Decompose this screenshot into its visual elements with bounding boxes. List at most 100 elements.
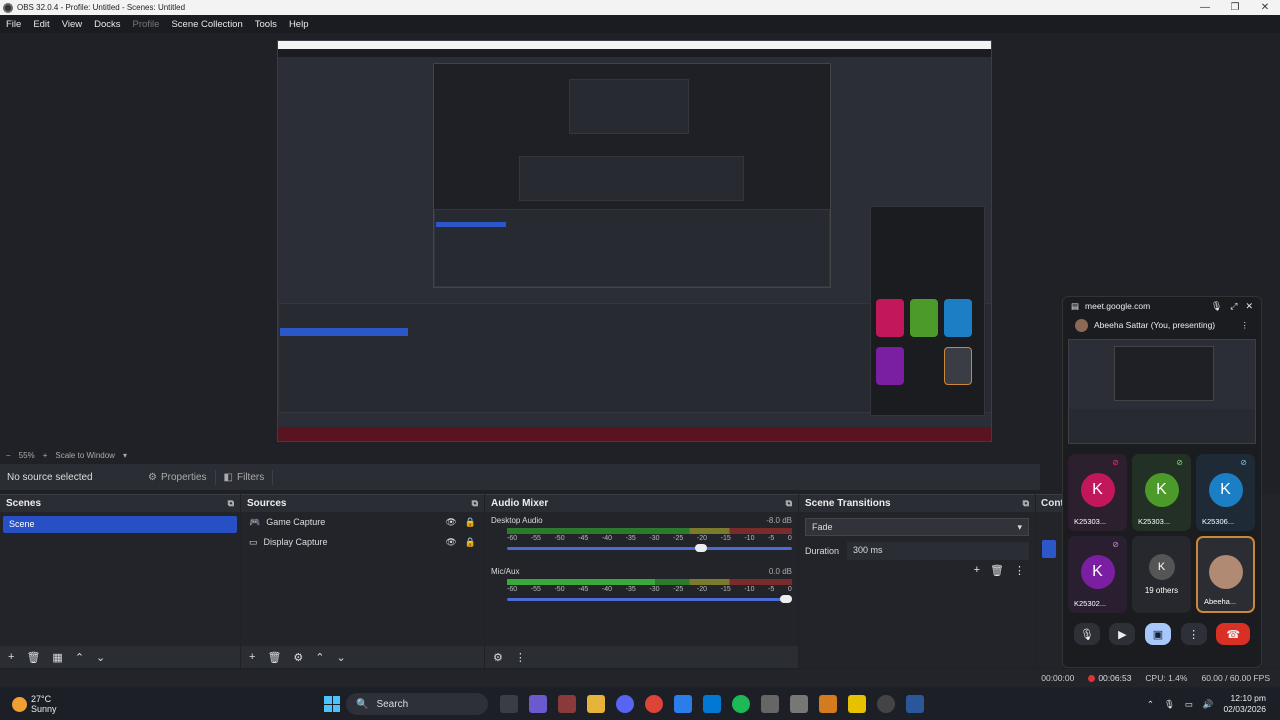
status-bar: 00:00:00 00:06:53 CPU: 1.4% 60.00 / 60.0… bbox=[0, 669, 1280, 687]
undock-icon[interactable]: ⧉ bbox=[1023, 498, 1029, 509]
preview-canvas[interactable] bbox=[277, 40, 992, 442]
zoom-out-button[interactable]: − bbox=[6, 451, 11, 460]
expand-icon[interactable]: ⤢ bbox=[1230, 301, 1237, 312]
app-icon[interactable] bbox=[819, 695, 837, 713]
channel-db: 0.0 dB bbox=[768, 567, 792, 576]
more-options-icon[interactable]: ⋮ bbox=[1241, 320, 1250, 331]
calculator-icon[interactable] bbox=[674, 695, 692, 713]
discord-icon[interactable] bbox=[616, 695, 634, 713]
obs-icon[interactable] bbox=[877, 695, 895, 713]
app-icon[interactable] bbox=[848, 695, 866, 713]
move-up-button[interactable]: ⌃ bbox=[75, 651, 84, 664]
app-icon[interactable] bbox=[558, 695, 576, 713]
remove-scene-button[interactable]: 🗑 bbox=[26, 651, 40, 664]
app-icon[interactable] bbox=[790, 695, 808, 713]
add-scene-button[interactable]: + bbox=[8, 651, 14, 663]
add-source-button[interactable]: + bbox=[249, 651, 255, 663]
participant-tile[interactable]: ⊘ K K25302... bbox=[1068, 536, 1127, 613]
mic-icon[interactable]: 🎙 bbox=[1164, 699, 1175, 710]
remove-transition-button[interactable]: 🗑 bbox=[990, 564, 1004, 577]
taskbar-search[interactable]: 🔍 Search bbox=[346, 693, 488, 715]
spotify-icon[interactable] bbox=[732, 695, 750, 713]
transition-select[interactable]: Fade ▾ bbox=[805, 518, 1029, 536]
volume-icon[interactable]: 🔊 bbox=[1203, 699, 1214, 710]
undock-icon[interactable]: ⧉ bbox=[228, 498, 234, 509]
filters-button[interactable]: ◧ Filters bbox=[216, 469, 274, 485]
slider-knob[interactable] bbox=[694, 544, 707, 552]
filter-icon: ◧ bbox=[223, 471, 233, 483]
scale-mode-select[interactable]: Scale to Window bbox=[55, 451, 115, 460]
participant-tile[interactable]: ⊘ K K25306... bbox=[1196, 454, 1255, 531]
presenter-row: Abeeha Sattar (You, presenting) ⋮ bbox=[1063, 315, 1261, 335]
task-view-icon[interactable] bbox=[500, 695, 518, 713]
chrome-icon[interactable] bbox=[645, 695, 663, 713]
duration-input[interactable]: 300 ms bbox=[847, 542, 1029, 560]
app-icon[interactable] bbox=[761, 695, 779, 713]
end-call-icon[interactable]: ☎ bbox=[1216, 623, 1251, 645]
close-icon[interactable]: ✕ bbox=[1245, 301, 1253, 312]
window-title: OBS 32.0.4 - Profile: Untitled - Scenes:… bbox=[17, 3, 186, 12]
participant-tile-self[interactable]: Abeeha... bbox=[1196, 536, 1255, 613]
start-streaming-button[interactable] bbox=[1042, 540, 1056, 558]
participant-tile-others[interactable]: K 19 others bbox=[1132, 536, 1191, 613]
move-down-button[interactable]: ⌄ bbox=[337, 651, 346, 664]
copilot-icon[interactable] bbox=[529, 695, 547, 713]
lock-icon[interactable]: 🔒 bbox=[465, 537, 476, 548]
transition-menu-icon[interactable]: ⋮ bbox=[1014, 564, 1025, 577]
network-icon[interactable]: ▭ bbox=[1185, 699, 1193, 710]
mic-icon[interactable]: 🎙 bbox=[1211, 301, 1222, 312]
eye-icon[interactable]: 👁 bbox=[445, 517, 456, 528]
tick-label: -35 bbox=[625, 586, 636, 593]
chevron-down-icon[interactable]: ▾ bbox=[123, 451, 127, 460]
menu-view[interactable]: View bbox=[56, 19, 88, 30]
move-down-button[interactable]: ⌄ bbox=[96, 651, 105, 664]
source-item[interactable]: 🎮 Game Capture 👁 🔒 bbox=[241, 512, 484, 532]
audio-mixer-title: Audio Mixer bbox=[491, 498, 549, 509]
add-transition-button[interactable]: + bbox=[974, 564, 980, 577]
maximize-button[interactable]: ❐ bbox=[1220, 2, 1250, 13]
menu-file[interactable]: File bbox=[0, 19, 27, 30]
remove-source-button[interactable]: 🗑 bbox=[267, 651, 281, 664]
menu-edit[interactable]: Edit bbox=[27, 19, 55, 30]
mixer-menu-icon[interactable]: ⋮ bbox=[515, 651, 526, 664]
undock-icon[interactable]: ⧉ bbox=[786, 498, 792, 509]
eye-icon[interactable]: 👁 bbox=[445, 537, 456, 548]
volume-slider[interactable] bbox=[507, 594, 792, 604]
clock[interactable]: 12:10 pm 02/03/2026 bbox=[1223, 693, 1266, 715]
mic-off-icon: ⊘ bbox=[1176, 458, 1183, 467]
scenes-dock: Scenes ⧉ Scene + 🗑 ▦ ⌃ ⌄ bbox=[0, 494, 240, 668]
zoom-in-button[interactable]: + bbox=[43, 451, 48, 460]
weather-widget[interactable]: 27°C Sunny bbox=[0, 694, 300, 714]
file-explorer-icon[interactable] bbox=[587, 695, 605, 713]
scene-filter-button[interactable]: ▦ bbox=[52, 651, 62, 664]
menu-scene-collection[interactable]: Scene Collection bbox=[165, 19, 248, 30]
menu-tools[interactable]: Tools bbox=[249, 19, 283, 30]
lock-icon[interactable]: 🔒 bbox=[465, 517, 476, 528]
tick-label: 0 bbox=[787, 535, 792, 542]
participant-tile[interactable]: ⊘ K K25303... bbox=[1132, 454, 1191, 531]
store-icon[interactable] bbox=[703, 695, 721, 713]
volume-slider[interactable] bbox=[507, 543, 792, 553]
slider-knob[interactable] bbox=[780, 595, 792, 603]
properties-button[interactable]: ⚙ Properties bbox=[140, 469, 216, 485]
source-properties-button[interactable]: ⚙ bbox=[293, 651, 303, 664]
scene-list-item[interactable]: Scene bbox=[3, 516, 237, 533]
undock-icon[interactable]: ⧉ bbox=[472, 498, 478, 509]
move-up-button[interactable]: ⌃ bbox=[315, 651, 324, 664]
more-options-icon[interactable]: ⋮ bbox=[1180, 623, 1207, 645]
windows-start-icon[interactable] bbox=[324, 696, 340, 712]
close-button[interactable]: ✕ bbox=[1250, 2, 1280, 13]
source-item[interactable]: ▭ Display Capture 👁 🔒 bbox=[241, 532, 484, 552]
camera-icon[interactable]: ▶ bbox=[1109, 623, 1136, 645]
menu-help[interactable]: Help bbox=[283, 19, 315, 30]
chevron-up-icon[interactable]: ⌃ bbox=[1147, 699, 1154, 710]
mic-icon[interactable]: 🎙 bbox=[1073, 623, 1100, 645]
mixer-settings-icon[interactable]: ⚙ bbox=[493, 651, 503, 664]
minimize-button[interactable]: — bbox=[1190, 2, 1220, 13]
participant-tile[interactable]: ⊘ K K25303... bbox=[1068, 454, 1127, 531]
meter-ticks: -60 -55 -50 -45 -40 -35 -30 -25 -20 -15 -10 -5 0 bbox=[507, 535, 792, 542]
menu-profile[interactable]: Profile bbox=[127, 19, 166, 30]
present-screen-icon[interactable]: ▣ bbox=[1144, 623, 1171, 645]
menu-docks[interactable]: Docks bbox=[88, 19, 126, 30]
word-icon[interactable] bbox=[906, 695, 924, 713]
